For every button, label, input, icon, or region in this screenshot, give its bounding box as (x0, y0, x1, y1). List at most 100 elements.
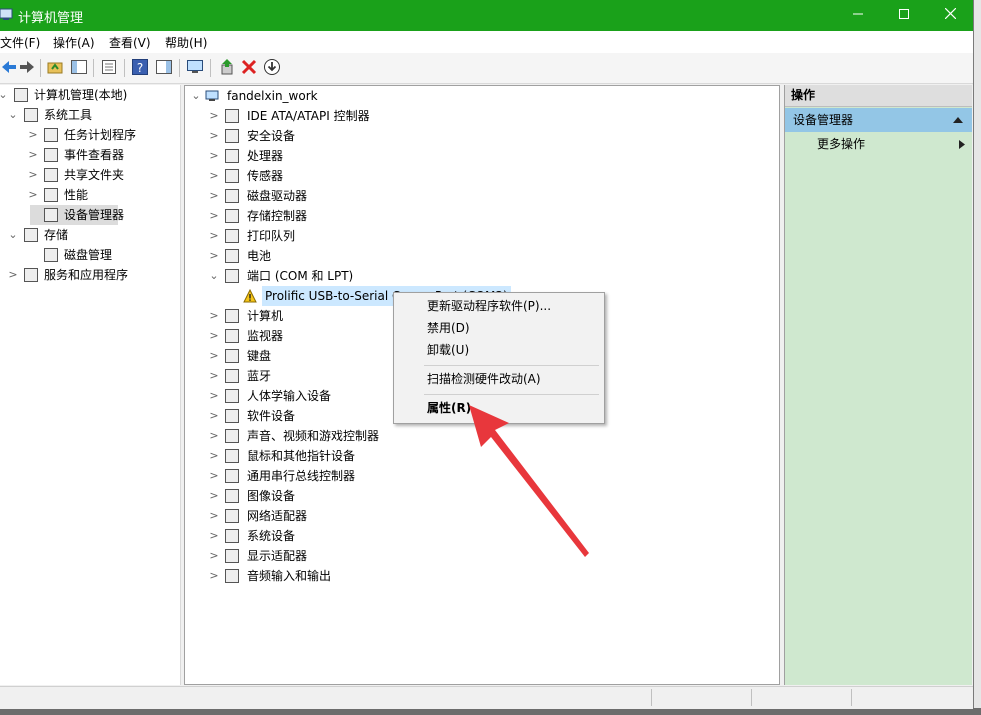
chevron-down-icon[interactable]: ⌄ (0, 85, 8, 105)
chevron-right-icon[interactable]: > (209, 566, 219, 586)
chevron-right-icon[interactable]: > (209, 126, 219, 146)
device-category[interactable]: > 音频输入和输出 (185, 566, 775, 586)
title-bar[interactable]: 计算机管理 (0, 0, 973, 31)
event-viewer-icon (44, 148, 58, 162)
nav-item-label: 事件查看器 (64, 148, 125, 162)
device-label: 电池 (247, 249, 272, 263)
device-category[interactable]: > 处理器 (185, 146, 775, 166)
computer-icon (205, 90, 219, 101)
hid-icon (225, 389, 239, 403)
minimize-button[interactable] (835, 0, 881, 31)
menu-view[interactable]: 查看(V) (109, 34, 151, 51)
context-update-driver[interactable]: 更新驱动程序软件(P)... (427, 296, 551, 316)
chevron-right-icon[interactable]: > (209, 306, 219, 326)
chevron-down-icon[interactable]: ⌄ (191, 86, 201, 106)
chevron-down-icon[interactable]: ⌄ (209, 266, 219, 286)
chevron-right-icon[interactable]: > (28, 185, 38, 205)
more-actions-link[interactable]: 更多操作 (817, 135, 865, 153)
menu-help[interactable]: 帮助(H) (165, 34, 207, 51)
chevron-right-icon[interactable]: > (209, 326, 219, 346)
chevron-right-icon[interactable]: > (209, 466, 219, 486)
close-button[interactable] (927, 0, 973, 31)
chevron-right-icon[interactable]: > (209, 486, 219, 506)
forward-arrow-icon[interactable] (18, 58, 36, 76)
device-label: 鼠标和其他指针设备 (247, 449, 356, 463)
device-tree-root[interactable]: ⌄ fandelxin_work (185, 86, 775, 106)
chevron-right-icon[interactable]: > (209, 426, 219, 446)
chevron-right-icon[interactable]: > (209, 526, 219, 546)
chevron-right-icon[interactable]: > (209, 386, 219, 406)
tools-icon (24, 108, 38, 122)
nav-item[interactable]: 设备管理器 (30, 205, 124, 225)
back-arrow-icon[interactable] (0, 58, 18, 76)
battery-icon (225, 249, 239, 263)
shared-folder-icon (44, 168, 58, 182)
device-label: 安全设备 (247, 129, 296, 143)
device-label: IDE ATA/ATAPI 控制器 (247, 109, 370, 123)
device-category[interactable]: > 磁盘驱动器 (185, 186, 775, 206)
chevron-right-icon[interactable]: > (209, 106, 219, 126)
device-category[interactable]: > 传感器 (185, 166, 775, 186)
properties-sheet-icon[interactable] (100, 58, 118, 76)
chevron-right-icon[interactable]: > (209, 406, 219, 426)
close-icon (944, 7, 956, 20)
nav-item-label: 系统工具 (44, 108, 93, 122)
warning-icon (243, 288, 257, 303)
device-category[interactable]: > 电池 (185, 246, 775, 266)
status-bar (0, 686, 973, 709)
context-scan-hardware[interactable]: 扫描检测硬件改动(A) (427, 369, 541, 389)
ide-icon (225, 109, 239, 123)
device-category[interactable]: ⌄ 端口 (COM 和 LPT) (185, 266, 775, 286)
chevron-right-icon[interactable]: > (209, 506, 219, 526)
actions-header: 操作 (785, 85, 972, 107)
device-label: 音频输入和输出 (247, 569, 332, 583)
context-separator (424, 365, 599, 366)
chevron-right-icon[interactable]: > (209, 446, 219, 466)
device-category[interactable]: > 安全设备 (185, 126, 775, 146)
app-icon (0, 8, 13, 20)
chevron-right-icon[interactable]: > (209, 246, 219, 266)
nav-item-label: 任务计划程序 (64, 128, 137, 142)
chevron-right-icon[interactable]: > (209, 186, 219, 206)
chevron-right-icon[interactable]: > (28, 145, 38, 165)
help-icon[interactable]: ? (131, 58, 149, 76)
uninstall-x-icon[interactable] (240, 58, 258, 76)
chevron-right-icon[interactable]: > (209, 146, 219, 166)
context-disable[interactable]: 禁用(D) (427, 318, 470, 338)
device-label: 传感器 (247, 169, 284, 183)
chevron-right-icon[interactable] (959, 140, 965, 149)
collapse-up-icon[interactable] (953, 116, 963, 124)
download-circle-icon[interactable] (263, 58, 281, 76)
desktop-strip (0, 708, 981, 715)
chevron-right-icon[interactable]: > (209, 206, 219, 226)
more-actions-label: 更多操作 (817, 137, 866, 151)
chevron-right-icon[interactable]: > (209, 166, 219, 186)
update-driver-icon[interactable] (218, 58, 236, 76)
actions-section-label: 设备管理器 (793, 113, 854, 127)
display-adapter-icon (225, 549, 239, 563)
chevron-right-icon[interactable]: > (28, 125, 38, 145)
device-manager-icon (44, 208, 58, 222)
system-device-icon (225, 529, 239, 543)
maximize-button[interactable] (881, 0, 927, 31)
chevron-right-icon[interactable]: > (209, 546, 219, 566)
action-pane-icon[interactable] (155, 58, 173, 76)
device-category[interactable]: > IDE ATA/ATAPI 控制器 (185, 106, 775, 126)
context-uninstall[interactable]: 卸载(U) (427, 340, 469, 360)
chevron-right-icon[interactable]: > (209, 346, 219, 366)
monitor-icon[interactable] (186, 58, 204, 76)
show-hide-tree-icon[interactable] (70, 58, 88, 76)
actions-section-device-manager[interactable]: 设备管理器 (785, 108, 972, 132)
chevron-right-icon[interactable]: > (209, 366, 219, 386)
chevron-right-icon[interactable]: > (8, 265, 18, 285)
minimize-icon (853, 13, 863, 15)
up-folder-icon[interactable] (46, 58, 64, 76)
device-category[interactable]: > 存储控制器 (185, 206, 775, 226)
chevron-right-icon[interactable]: > (28, 165, 38, 185)
chevron-down-icon[interactable]: ⌄ (8, 105, 18, 125)
chevron-down-icon[interactable]: ⌄ (8, 225, 18, 245)
menu-action[interactable]: 操作(A) (53, 34, 95, 51)
chevron-right-icon[interactable]: > (209, 226, 219, 246)
device-category[interactable]: > 打印队列 (185, 226, 775, 246)
menu-file[interactable]: 文件(F) (0, 34, 40, 51)
